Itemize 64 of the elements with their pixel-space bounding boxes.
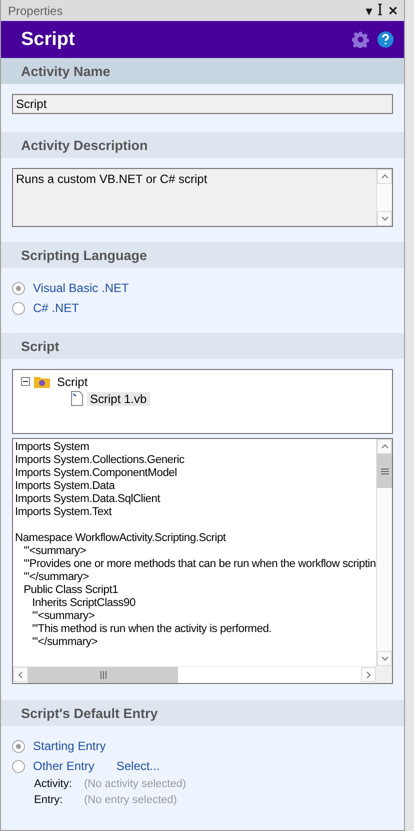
code-editor[interactable]	[12, 438, 393, 684]
settings-icon[interactable]	[352, 31, 369, 48]
chevron-icon	[380, 214, 388, 222]
radio-label[interactable]: C# .NET	[33, 301, 80, 315]
radio-button[interactable]	[12, 282, 25, 294]
title-bar-button[interactable]: ▾	[366, 4, 372, 18]
scroll-arrow-button[interactable]	[377, 211, 392, 226]
radio-button[interactable]	[12, 740, 25, 752]
activity-title: Script	[21, 28, 76, 50]
code-line: Imports System.Data.SqlClient	[15, 493, 162, 506]
radio-label[interactable]: Starting Entry	[33, 739, 106, 753]
code-line: '''<summary>	[22, 545, 88, 558]
vertical-scrollbar[interactable]	[376, 169, 392, 226]
help-icon[interactable]	[377, 31, 394, 48]
radio-button[interactable]	[12, 760, 25, 772]
activity-name-field[interactable]: Script	[12, 94, 393, 114]
radio-button[interactable]	[12, 302, 25, 314]
detail-value: (No activity selected)	[84, 778, 186, 790]
radio-label[interactable]: Other Entry	[33, 759, 94, 773]
detail-label: Activity:	[34, 778, 73, 790]
title-bar-button[interactable]: ✕	[388, 4, 398, 18]
scroll-thumb[interactable]	[377, 454, 392, 488]
chevron-icon	[380, 442, 388, 450]
code-line: Imports System	[15, 441, 90, 454]
detail-value: (No entry selected)	[84, 794, 177, 806]
code-line: '''<summary>	[31, 610, 96, 623]
scroll-arrow-button[interactable]	[361, 667, 376, 682]
title-bar-button[interactable]: ꟾ	[378, 2, 382, 19]
scroll-thumb[interactable]	[28, 667, 178, 683]
code-line: Inherits ScriptClass90	[31, 597, 136, 610]
code-line: Imports System.Collections.Generic	[15, 454, 186, 467]
section-title: Scripting Language	[21, 248, 148, 262]
detail-label: Entry:	[34, 794, 64, 806]
chevron-icon	[380, 172, 388, 180]
scroll-arrow-button[interactable]	[377, 439, 392, 454]
code-line: Public Class Script1	[22, 584, 120, 597]
scroll-arrow-button[interactable]	[377, 169, 392, 184]
panel-title: Properties	[8, 4, 64, 18]
select-link[interactable]: Select...	[116, 759, 160, 773]
section-title: Script's Default Entry	[21, 706, 158, 720]
code-line: Imports System.Text	[15, 506, 113, 519]
code-line: Namespace WorkflowActivity.Scripting.Script	[15, 532, 227, 545]
radio-label[interactable]: Visual Basic .NET	[33, 281, 129, 295]
section-title: Script	[21, 338, 60, 354]
horizontal-scrollbar[interactable]	[13, 666, 376, 683]
scroll-arrow-button[interactable]	[13, 667, 28, 682]
code-line: '''Provides one or more methods that can be run when the workflow scriptin	[22, 558, 376, 571]
code-line: Imports System.Data	[15, 480, 116, 493]
scrollbar-corner	[376, 666, 392, 683]
code-line: Imports System.ComponentModel	[15, 467, 178, 480]
file-icon	[71, 391, 83, 406]
scroll-arrow-button[interactable]	[377, 651, 392, 666]
collapse-icon[interactable]	[21, 377, 30, 386]
code-line: '''</summary>	[31, 636, 98, 649]
vertical-scrollbar[interactable]	[376, 439, 392, 666]
code-line: '''This method is run when the activity is performed.	[31, 623, 273, 636]
tree-item[interactable]: Script	[54, 374, 91, 388]
section-title: Activity Description	[21, 138, 148, 152]
chevron-icon	[16, 670, 24, 678]
tree-item[interactable]: Script 1.vb	[87, 392, 150, 406]
code-line: '''</summary>	[22, 571, 90, 584]
folder-icon	[34, 375, 50, 388]
description-field[interactable]: Runs a custom VB.NET or C# script	[12, 168, 393, 227]
section-title: Activity Name	[21, 64, 110, 78]
